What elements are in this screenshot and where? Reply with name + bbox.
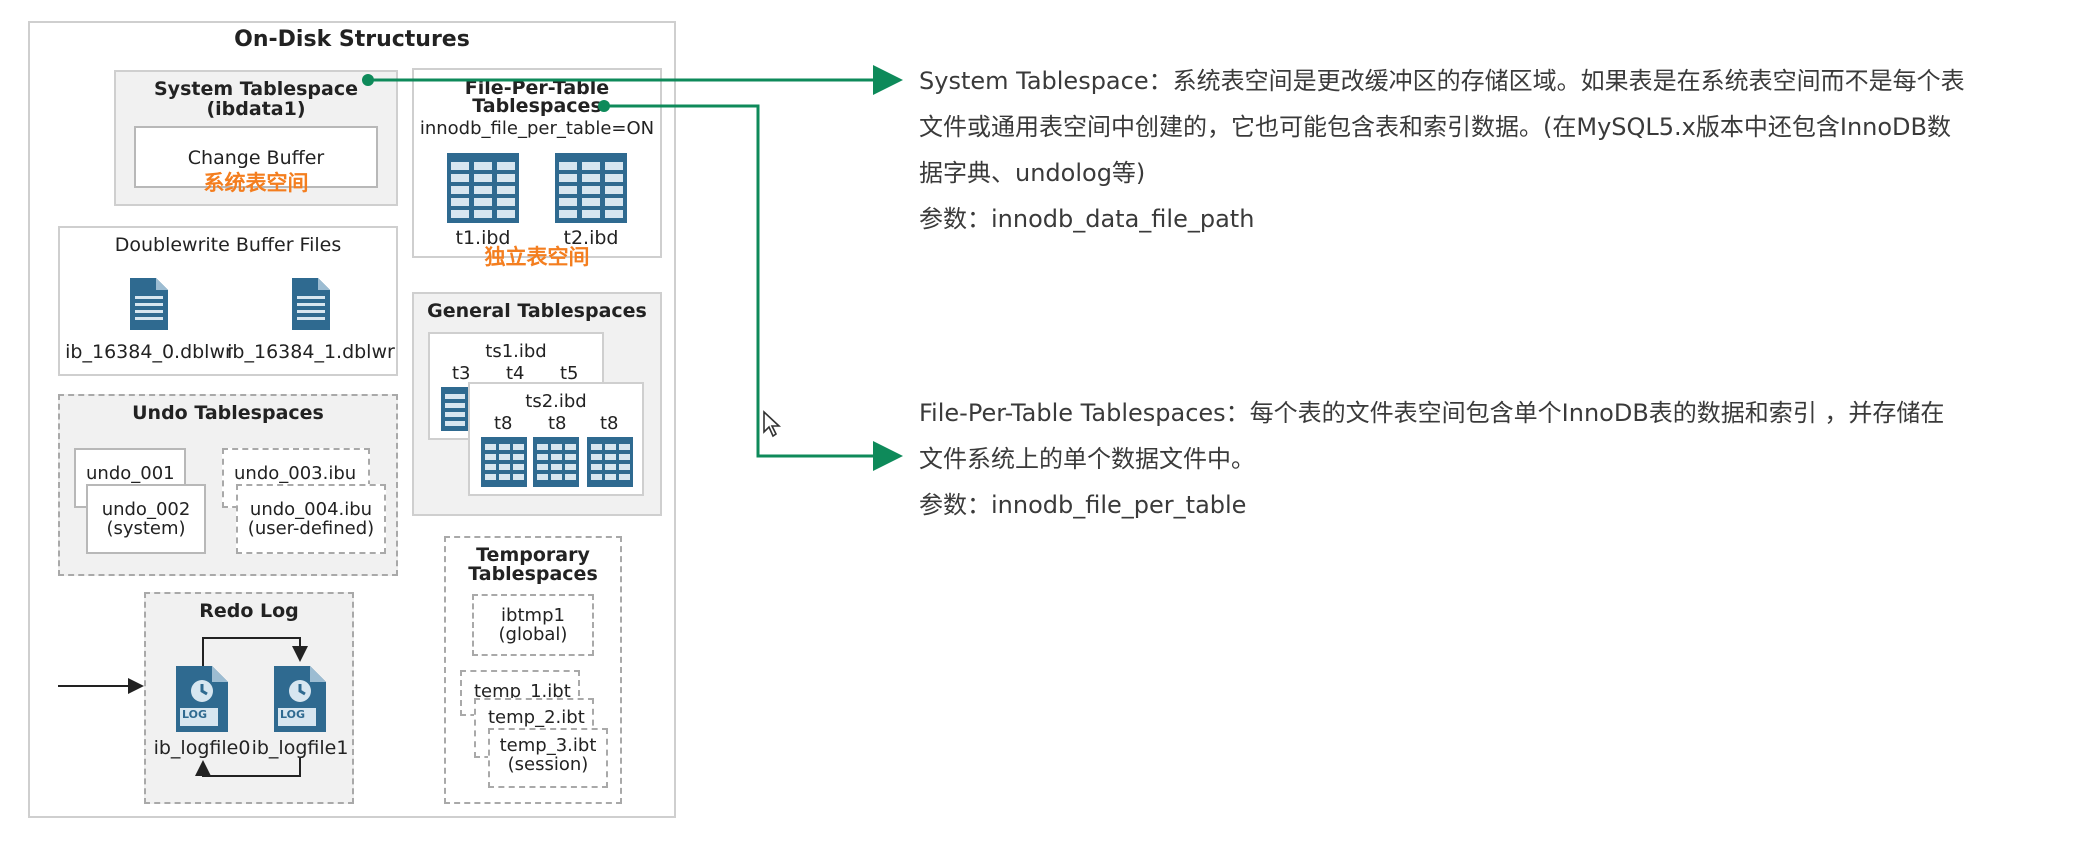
note-system-line1: System Tablespace：系统表空间是更改缓冲区的存储区域。如果表是在… bbox=[919, 67, 1965, 95]
note-fpt-line1: File-Per-Table Tablespaces：每个表的文件表空间包含单个… bbox=[919, 399, 1945, 427]
mouse-cursor-icon bbox=[763, 410, 782, 438]
note-fpt-line2: 文件系统上的单个数据文件中。 bbox=[919, 445, 1255, 473]
note-system-line3: 据字典、undolog等) bbox=[919, 159, 1146, 187]
note-system-line2: 文件或通用表空间中创建的，它也可能包含表和索引数据。(在MySQL5.x版本中还… bbox=[919, 113, 1951, 141]
note-system-param: 参数：innodb_data_file_path bbox=[919, 205, 1255, 233]
note-fpt-param: 参数：innodb_file_per_table bbox=[919, 491, 1247, 519]
